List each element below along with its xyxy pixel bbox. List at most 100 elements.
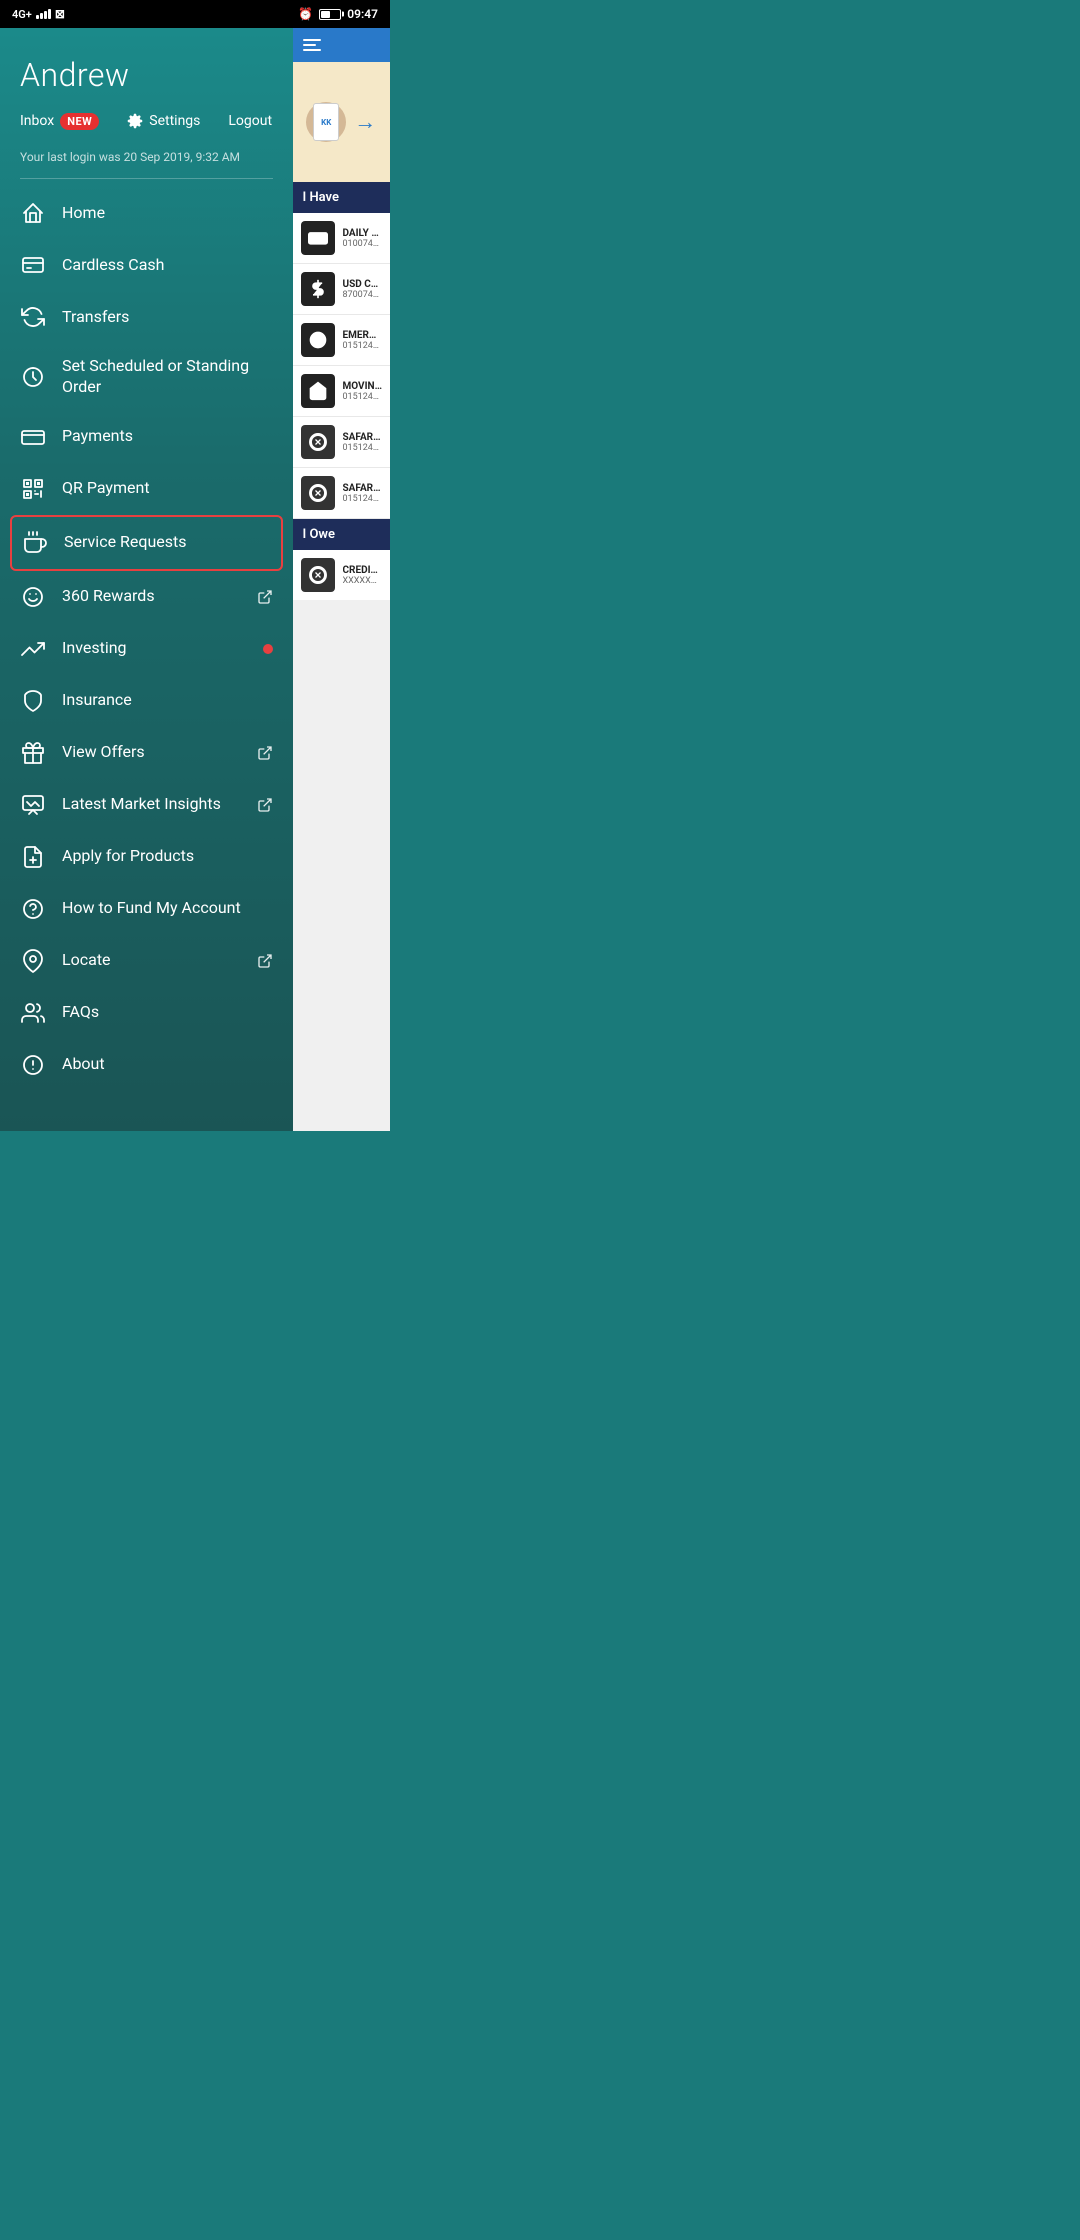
promo-banner[interactable]: KK → — [293, 62, 391, 182]
sidebar-header: Andrew Inbox NEW Settings Logout — [0, 28, 293, 179]
transfers-label: Transfers — [62, 307, 273, 328]
fund-icon — [20, 896, 46, 922]
sidebar-item-market-insights[interactable]: Latest Market Insights — [0, 779, 293, 831]
account-item-0[interactable]: DAILY SPE... 0100747480... — [293, 213, 391, 264]
home-icon — [20, 200, 46, 226]
about-icon — [20, 1052, 46, 1078]
account-item-2[interactable]: EMERGEN... 0151247480... — [293, 315, 391, 366]
account-item-1[interactable]: USD CURR... 8700747480... — [293, 264, 391, 315]
360-rewards-label: 360 Rewards — [62, 586, 237, 607]
promo-content: KK → — [306, 102, 376, 142]
sidebar-item-cardless-cash[interactable]: Cardless Cash — [0, 239, 293, 291]
sidebar-item-faqs[interactable]: FAQs — [0, 987, 293, 1039]
insurance-label: Insurance — [62, 690, 273, 711]
account-item-4[interactable]: SAFARI PE... 0151247480... — [293, 417, 391, 468]
sidebar-item-home[interactable]: Home — [0, 187, 293, 239]
credit-card-info: CREDIT CA... XXXXXXXX... — [343, 565, 383, 586]
payments-label: Payments — [62, 426, 273, 447]
account-name-0: DAILY SPE... — [343, 228, 383, 239]
about-label: About — [62, 1054, 273, 1075]
account-number-4: 0151247480... — [343, 443, 383, 453]
inbox-button[interactable]: Inbox NEW — [20, 113, 113, 130]
phone-icon: KK — [313, 103, 339, 141]
last-login: Your last login was 20 Sep 2019, 9:32 AM — [20, 140, 273, 179]
account-info-2: EMERGEN... 0151247480... — [343, 330, 383, 351]
credit-card-icon — [301, 558, 335, 592]
sidebar-item-view-offers[interactable]: View Offers — [0, 727, 293, 779]
account-number-0: 0100747480... — [343, 239, 383, 249]
battery-icon — [319, 9, 341, 20]
rewards-icon — [20, 584, 46, 610]
account-info-4: SAFARI PE... 0151247480... — [343, 432, 383, 453]
external-link-icon-2 — [257, 745, 273, 761]
inbox-label: Inbox — [20, 113, 54, 129]
credit-card-name: CREDIT CA... — [343, 565, 383, 576]
account-name-3: MOVING O... — [343, 381, 383, 392]
right-panel: KK → I Have DAILY SPE... 0100747480... U… — [293, 28, 391, 1131]
sidebar-item-about[interactable]: About — [0, 1039, 293, 1091]
fund-account-label: How to Fund My Account — [62, 898, 273, 919]
logout-label: Logout — [228, 113, 272, 129]
external-link-icon — [257, 589, 273, 605]
faqs-icon — [20, 1000, 46, 1026]
investing-dot — [263, 644, 273, 654]
apply-icon — [20, 844, 46, 870]
account-icon-safari2 — [301, 476, 335, 510]
account-item-5[interactable]: SAFARI PE... 0151247480... — [293, 468, 391, 519]
status-left: 4G+ ⊠ — [12, 7, 65, 21]
sidebar-item-360-rewards[interactable]: 360 Rewards — [0, 571, 293, 623]
qr-icon — [20, 476, 46, 502]
offers-icon — [20, 740, 46, 766]
account-icon-safari1 — [301, 425, 335, 459]
account-name-1: USD CURR... — [343, 279, 383, 290]
sidebar-item-transfers[interactable]: Transfers — [0, 291, 293, 343]
user-name: Andrew — [20, 56, 273, 94]
sidebar-item-qr-payment[interactable]: QR Payment — [0, 463, 293, 515]
i-have-header: I Have — [293, 182, 391, 213]
account-icon-usd — [301, 272, 335, 306]
phone-circle: KK — [306, 102, 346, 142]
investing-label: Investing — [62, 638, 241, 659]
arrow-icon: → — [354, 109, 376, 135]
sidebar-item-fund-account[interactable]: How to Fund My Account — [0, 883, 293, 935]
sidebar-item-payments[interactable]: Payments — [0, 411, 293, 463]
sidebar-item-investing[interactable]: Investing — [0, 623, 293, 675]
gear-icon — [127, 113, 143, 129]
account-name-2: EMERGEN... — [343, 330, 383, 341]
sidebar-nav: Home Cardless Cash Transfers — [0, 187, 293, 1091]
sidebar-item-apply-products[interactable]: Apply for Products — [0, 831, 293, 883]
investing-icon — [20, 636, 46, 662]
alarm-icon: ⏰ — [298, 7, 313, 21]
settings-button[interactable]: Settings — [127, 113, 214, 129]
credit-card-item[interactable]: CREDIT CA... XXXXXXXX... — [293, 550, 391, 600]
i-owe-header: I Owe — [293, 519, 391, 550]
account-icon-moving — [301, 374, 335, 408]
sidebar-item-standing-order[interactable]: Set Scheduled or Standing Order — [0, 343, 293, 411]
standing-order-label: Set Scheduled or Standing Order — [62, 356, 273, 398]
service-requests-label: Service Requests — [64, 532, 271, 553]
status-right: ⏰ 09:47 — [298, 7, 378, 21]
account-info-5: SAFARI PE... 0151247480... — [343, 483, 383, 504]
account-number-2: 0151247480... — [343, 341, 383, 351]
sidebar-item-locate[interactable]: Locate — [0, 935, 293, 987]
sidebar-item-service-requests[interactable]: Service Requests — [10, 515, 283, 571]
account-info-1: USD CURR... 8700747480... — [343, 279, 383, 300]
header-actions: Inbox NEW Settings Logout — [20, 112, 273, 130]
credit-card-number: XXXXXXXX... — [343, 576, 383, 586]
sidebar-item-insurance[interactable]: Insurance — [0, 675, 293, 727]
logout-button[interactable]: Logout — [228, 113, 286, 129]
external-link-icon-4 — [257, 953, 273, 969]
sidebar-drawer: Andrew Inbox NEW Settings Logout — [0, 28, 293, 1131]
account-item-3[interactable]: MOVING O... 0151247480... — [293, 366, 391, 417]
payments-icon — [20, 424, 46, 450]
account-number-1: 8700747480... — [343, 290, 383, 300]
hamburger-button[interactable] — [303, 39, 321, 51]
status-bar: 4G+ ⊠ ⏰ 09:47 — [0, 0, 390, 28]
account-info-3: MOVING O... 0151247480... — [343, 381, 383, 402]
locate-icon — [20, 948, 46, 974]
insurance-icon — [20, 688, 46, 714]
transfers-icon — [20, 304, 46, 330]
time-label: 09:47 — [347, 7, 378, 21]
account-number-3: 0151247480... — [343, 392, 383, 402]
account-name-4: SAFARI PE... — [343, 432, 383, 443]
